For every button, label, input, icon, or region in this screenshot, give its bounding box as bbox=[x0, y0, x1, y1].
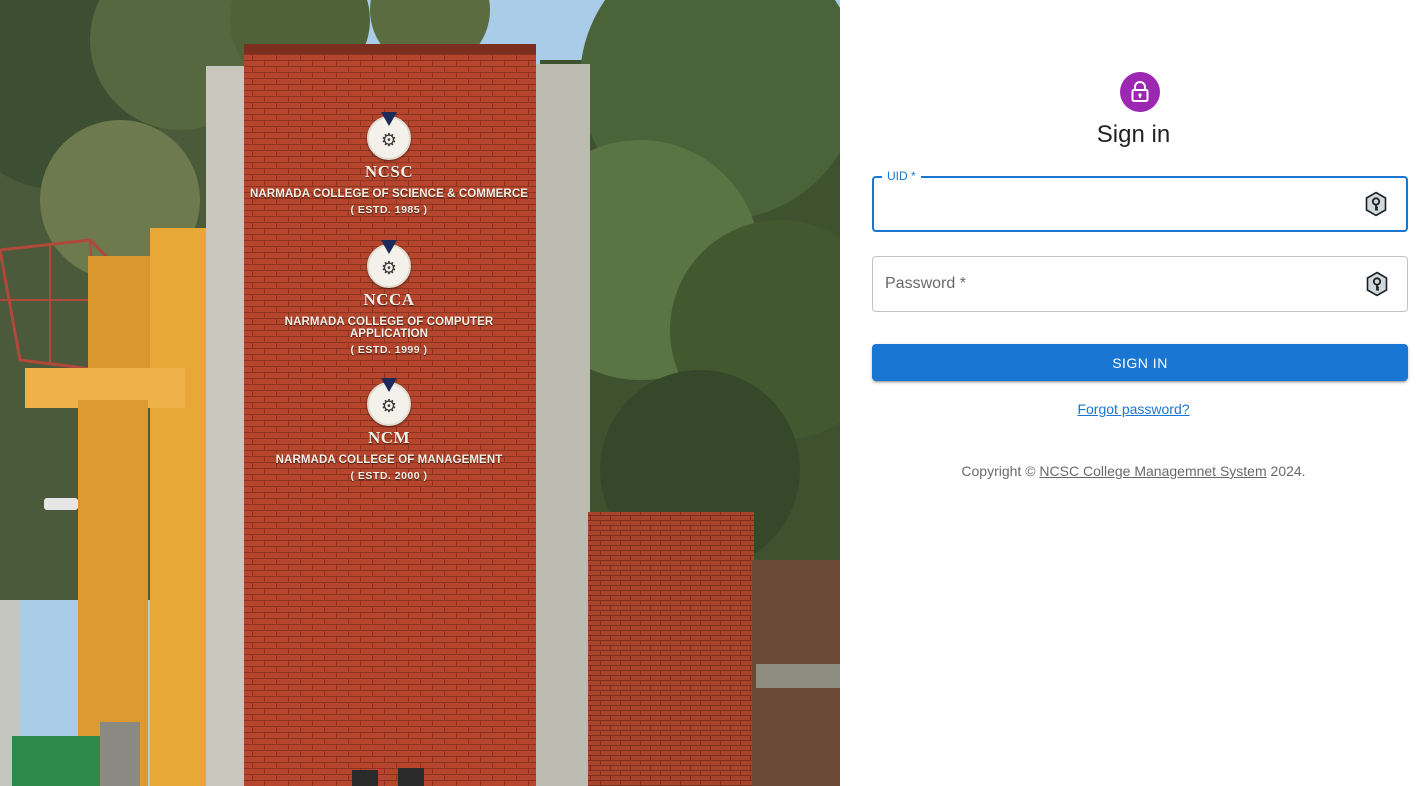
forgot-password-row: Forgot password? bbox=[840, 401, 1427, 419]
college-emblem-icon bbox=[367, 116, 411, 160]
college-emblem-icon bbox=[367, 244, 411, 288]
copyright-suffix: 2024. bbox=[1266, 463, 1306, 479]
lock-icon bbox=[1131, 81, 1149, 102]
copyright-footer: Copyright © NCSC College Managemnet Syst… bbox=[840, 463, 1427, 479]
college-emblem-icon bbox=[367, 382, 411, 426]
college-sign-ncm: NCM NARMADA COLLEGE OF MANAGEMENT ( ESTD… bbox=[248, 382, 530, 482]
college-name: NARMADA COLLEGE OF MANAGEMENT bbox=[275, 454, 503, 466]
uid-field[interactable]: UID * bbox=[872, 169, 1408, 232]
uid-input[interactable] bbox=[886, 178, 1356, 230]
copyright-prefix: Copyright © bbox=[961, 463, 1040, 479]
college-sign-ncca: NCCA NARMADA COLLEGE OF COMPUTER APPLICA… bbox=[248, 244, 530, 356]
page-title: Sign in bbox=[1096, 121, 1171, 148]
college-name: NARMADA COLLEGE OF SCIENCE & COMMERCE bbox=[250, 188, 528, 200]
college-established: ( ESTD. 2000 ) bbox=[350, 470, 428, 482]
sign-in-button[interactable]: SIGN IN bbox=[872, 344, 1408, 381]
password-input[interactable] bbox=[885, 257, 1357, 311]
college-name: NARMADA COLLEGE OF COMPUTER APPLICATION bbox=[284, 316, 494, 340]
key-icon[interactable] bbox=[1364, 191, 1388, 217]
key-icon[interactable] bbox=[1365, 271, 1389, 297]
system-link[interactable]: NCSC College Managemnet System bbox=[1039, 463, 1266, 479]
college-established: ( ESTD. 1985 ) bbox=[350, 204, 428, 216]
college-abbr: NCSC bbox=[364, 162, 414, 181]
password-field[interactable] bbox=[872, 256, 1408, 312]
college-abbr: NCCA bbox=[363, 290, 415, 309]
forgot-password-link[interactable]: Forgot password? bbox=[1077, 401, 1189, 417]
sign-in-panel: Sign in UID * SIGN IN Forgot password? C… bbox=[840, 0, 1427, 786]
college-abbr: NCM bbox=[367, 428, 411, 447]
college-established: ( ESTD. 1999 ) bbox=[350, 344, 428, 356]
campus-photo: NCSC NARMADA COLLEGE OF SCIENCE & COMMER… bbox=[0, 0, 840, 786]
college-sign-ncsc: NCSC NARMADA COLLEGE OF SCIENCE & COMMER… bbox=[248, 116, 530, 216]
lock-avatar bbox=[1120, 72, 1160, 112]
